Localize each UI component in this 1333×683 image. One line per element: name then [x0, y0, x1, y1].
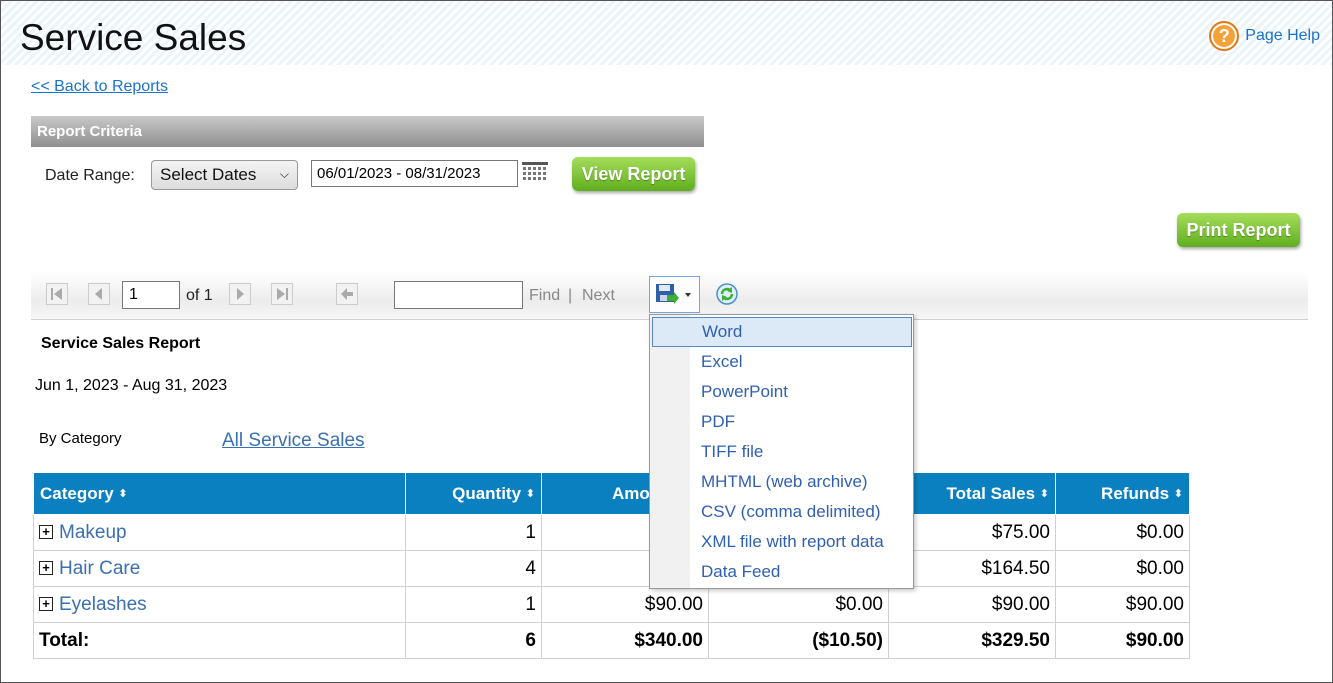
total-refunds: $90.00 [1055, 622, 1190, 659]
quantity-cell: 4 [405, 550, 542, 587]
menu-item-powerpoint[interactable]: PowerPoint [652, 377, 912, 407]
category-cell[interactable]: + Hair Care [33, 550, 406, 587]
discount-cell: $0.00 [708, 586, 889, 623]
date-range-input[interactable] [311, 160, 518, 187]
refresh-icon[interactable] [715, 282, 739, 306]
refunds-cell: $90.00 [1055, 586, 1190, 623]
report-date-range: Jun 1, 2023 - Aug 31, 2023 [35, 377, 228, 394]
menu-item-tiff[interactable]: TIFF file [652, 437, 912, 467]
next-page-icon[interactable] [229, 283, 251, 305]
column-header-quantity[interactable]: Quantity ⬍ [405, 472, 542, 515]
total-label: Total: [33, 622, 406, 659]
menu-item-csv[interactable]: CSV (comma delimited) [652, 497, 912, 527]
total-total-sales: $329.50 [888, 622, 1056, 659]
date-range-select-value: Select Dates [160, 165, 257, 184]
first-page-icon[interactable] [46, 283, 68, 305]
quantity-cell: 1 [405, 586, 542, 623]
table-row: + Eyelashes 1 $90.00 $0.00 $90.00 $90.00 [33, 586, 1190, 623]
page-help-link[interactable]: Page Help [1245, 27, 1320, 45]
sort-icon[interactable]: ⬍ [1174, 488, 1183, 500]
date-range-select[interactable]: Select Dates ⌵ [151, 160, 298, 190]
table-header-row: Category ⬍ Quantity ⬍ Amo Total Sales ⬍ … [33, 472, 1190, 515]
column-label: Refunds [1101, 483, 1170, 503]
menu-item-word[interactable]: Word [652, 317, 912, 347]
print-report-button[interactable]: Print Report [1177, 213, 1300, 247]
category-name[interactable]: Hair Care [59, 558, 140, 579]
total-discount: ($10.50) [708, 622, 889, 659]
report-criteria-header: Report Criteria [31, 116, 704, 147]
find-input[interactable] [394, 281, 523, 309]
column-label: Amo [612, 483, 650, 503]
table-total-row: Total: 6 $340.00 ($10.50) $329.50 $90.00 [33, 622, 1190, 659]
total-quantity: 6 [405, 622, 542, 659]
sort-icon[interactable]: ⬍ [118, 488, 127, 500]
export-button[interactable] [649, 276, 700, 313]
chevron-down-icon: ⌵ [279, 167, 289, 181]
menu-item-pdf[interactable]: PDF [652, 407, 912, 437]
calendar-icon[interactable] [521, 161, 549, 185]
refunds-cell: $0.00 [1055, 514, 1190, 551]
last-page-icon[interactable] [271, 283, 293, 305]
menu-item-mhtml[interactable]: MHTML (web archive) [652, 467, 912, 497]
sort-icon[interactable]: ⬍ [526, 488, 535, 500]
page-title: Service Sales [20, 17, 247, 58]
service-sales-table: Category ⬍ Quantity ⬍ Amo Total Sales ⬍ … [33, 472, 1190, 659]
total-sales-cell: $90.00 [888, 586, 1056, 623]
column-label: Quantity [452, 483, 522, 503]
table-row: +Hair Care 4 $1 $164.50 $0.00 [33, 550, 1190, 587]
column-header-refunds[interactable]: Refunds ⬍ [1055, 472, 1190, 515]
expand-icon[interactable]: + [39, 560, 53, 575]
page-count-label: of 1 [186, 287, 213, 304]
category-cell[interactable]: + Eyelashes [33, 586, 406, 623]
date-range-label: Date Range: [45, 167, 135, 184]
back-to-parent-icon[interactable] [336, 283, 358, 305]
group-by-label: By Category [39, 430, 122, 447]
menu-item-xml[interactable]: XML file with report data [652, 527, 912, 557]
report-title: Service Sales Report [41, 335, 201, 352]
page-number-input[interactable] [122, 281, 180, 309]
export-format-menu: Word Excel PowerPoint PDF TIFF file MHTM… [649, 314, 914, 589]
menu-item-excel[interactable]: Excel [652, 347, 912, 377]
find-separator: | [568, 287, 573, 304]
amount-cell: $90.00 [541, 586, 709, 623]
category-name[interactable]: Makeup [59, 522, 127, 543]
table-row: +Makeup 1 $ $75.00 $0.00 [33, 514, 1190, 551]
page-header: Service Sales ? Page Help [1, 1, 1332, 65]
quantity-cell: 1 [405, 514, 542, 551]
column-label: Category [40, 483, 114, 503]
previous-page-icon[interactable] [88, 283, 110, 305]
page-help[interactable]: ? Page Help [1209, 21, 1320, 51]
category-cell[interactable]: + Makeup [33, 514, 406, 551]
menu-item-data-feed[interactable]: Data Feed [652, 557, 912, 587]
expand-icon[interactable]: + [39, 596, 53, 611]
column-label: Total Sales [946, 483, 1036, 503]
help-icon[interactable]: ? [1209, 21, 1240, 51]
category-name[interactable]: Eyelashes [59, 594, 147, 615]
back-to-reports-link[interactable]: << Back to Reports [31, 78, 168, 96]
view-report-button[interactable]: View Report [572, 157, 695, 191]
sort-icon[interactable]: ⬍ [1040, 488, 1049, 500]
all-service-sales-link[interactable]: All Service Sales [222, 430, 365, 452]
find-next-link[interactable]: Next [582, 287, 615, 305]
refunds-cell: $0.00 [1055, 550, 1190, 587]
expand-icon[interactable]: + [39, 524, 53, 539]
save-export-icon [656, 284, 691, 304]
column-header-category[interactable]: Category ⬍ [33, 472, 406, 515]
find-link[interactable]: Find [529, 287, 560, 305]
total-amount: $340.00 [541, 622, 709, 659]
